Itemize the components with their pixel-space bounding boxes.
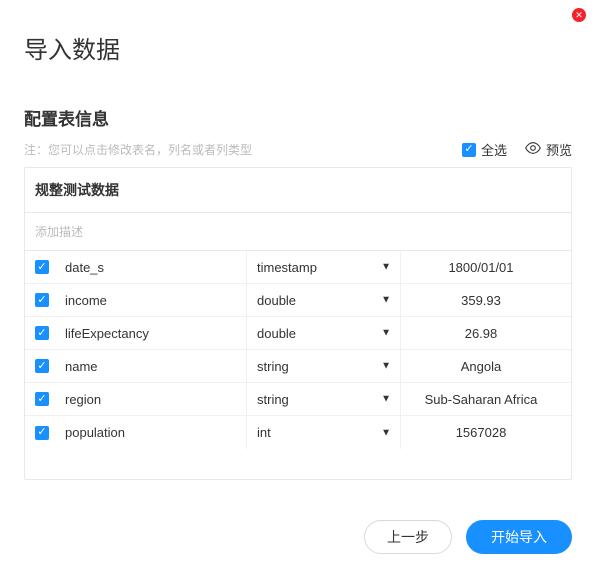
checkbox-icon: ✓: [462, 143, 476, 157]
row-checkbox[interactable]: ✓: [35, 260, 49, 274]
table-row: ✓lifeExpectancydouble▼26.98: [25, 317, 571, 350]
section-title: 配置表信息: [24, 105, 572, 130]
column-type-select[interactable]: int: [246, 416, 401, 449]
dialog-footer: 上一步 开始导入: [24, 520, 572, 554]
close-icon: ✕: [575, 11, 583, 20]
column-name[interactable]: lifeExpectancy: [65, 326, 246, 341]
sample-value: Sub-Saharan Africa: [401, 392, 561, 407]
preview-button[interactable]: 预览: [525, 140, 572, 159]
dialog-title: 导入数据: [24, 30, 572, 65]
start-import-button[interactable]: 开始导入: [466, 520, 572, 554]
row-checkbox[interactable]: ✓: [35, 426, 49, 440]
columns-table: 规整测试数据 添加描述 ✓date_stimestamp▼1800/01/01✓…: [24, 167, 572, 480]
hint-text: 注：您可以点击修改表名，列名或者列类型: [24, 141, 252, 158]
table-row: ✓incomedouble▼359.93: [25, 284, 571, 317]
row-checkbox[interactable]: ✓: [35, 359, 49, 373]
table-row: ✓populationint▼1567028: [25, 416, 571, 449]
sample-value: 1800/01/01: [401, 260, 561, 275]
row-checkbox[interactable]: ✓: [35, 326, 49, 340]
select-all-label: 全选: [481, 140, 507, 159]
column-name[interactable]: region: [65, 392, 246, 407]
preview-label: 预览: [546, 140, 572, 159]
table-row: ✓regionstring▼Sub-Saharan Africa: [25, 383, 571, 416]
eye-icon: [525, 142, 541, 157]
table-desc-input[interactable]: 添加描述: [25, 213, 571, 251]
top-actions: ✓ 全选 预览: [462, 140, 572, 159]
column-type-select[interactable]: double: [246, 317, 401, 350]
column-name[interactable]: name: [65, 359, 246, 374]
table-padding: [25, 449, 571, 479]
column-type-select[interactable]: string: [246, 383, 401, 416]
prev-button[interactable]: 上一步: [364, 520, 452, 554]
column-type-select[interactable]: double: [246, 284, 401, 317]
table-row: ✓date_stimestamp▼1800/01/01: [25, 251, 571, 284]
select-all-checkbox[interactable]: ✓ 全选: [462, 140, 507, 159]
column-name[interactable]: income: [65, 293, 246, 308]
sample-value: 26.98: [401, 326, 561, 341]
row-checkbox[interactable]: ✓: [35, 293, 49, 307]
row-checkbox[interactable]: ✓: [35, 392, 49, 406]
sample-value: 1567028: [401, 425, 561, 440]
column-name[interactable]: population: [65, 425, 246, 440]
column-type-select[interactable]: timestamp: [246, 251, 401, 284]
table-name[interactable]: 规整测试数据: [25, 168, 571, 213]
sample-value: Angola: [401, 359, 561, 374]
sample-value: 359.93: [401, 293, 561, 308]
column-type-select[interactable]: string: [246, 350, 401, 383]
column-name[interactable]: date_s: [65, 260, 246, 275]
import-dialog: 导入数据 配置表信息 注：您可以点击修改表名，列名或者列类型 ✓ 全选 预览 规…: [0, 0, 596, 572]
hint-row: 注：您可以点击修改表名，列名或者列类型 ✓ 全选 预览: [24, 140, 572, 159]
table-row: ✓namestring▼Angola: [25, 350, 571, 383]
close-button[interactable]: ✕: [572, 8, 586, 22]
